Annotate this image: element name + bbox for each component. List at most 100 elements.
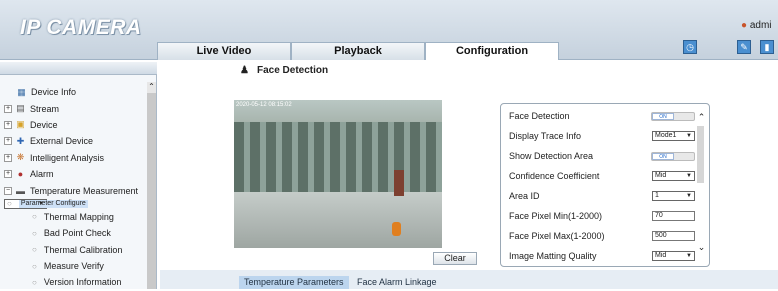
bullet-icon: ○ — [32, 261, 37, 271]
sidebar-item-label: Thermal Mapping — [43, 211, 114, 222]
scroll-down-icon[interactable]: ⌄ — [697, 242, 706, 253]
edit-icon[interactable]: ✎ — [737, 40, 751, 54]
page-title: ♟ Face Detection — [240, 65, 328, 76]
bottom-tab-bar: Temperature Parameters Face Alarm Linkag… — [160, 270, 778, 289]
setting-label: Face Detection — [509, 111, 570, 121]
sidebar-item-parameter-configure[interactable]: ○ Parameter Configure — [4, 198, 88, 209]
user-name: admi — [749, 20, 772, 31]
sidebar-item-alarm[interactable]: + ● Alarm — [4, 166, 146, 182]
bullet-icon: ○ — [32, 245, 37, 255]
external-device-icon: ✚ — [16, 135, 25, 146]
expand-icon[interactable]: + — [4, 104, 12, 113]
device-icon: ▣ — [16, 119, 25, 130]
sidebar-item-version-information[interactable]: ○ Version Information — [4, 274, 146, 290]
tab-temperature-parameters[interactable]: Temperature Parameters — [239, 276, 349, 289]
show-detection-area-toggle[interactable]: ON — [651, 151, 695, 161]
setting-face-pixel-max: Face Pixel Max(1-2000) 500 — [509, 226, 695, 246]
sidebar-item-label: Temperature Measurement — [30, 185, 139, 196]
sidebar-item-intelligent-analysis[interactable]: + ❋ Intelligent Analysis — [4, 150, 146, 166]
scroll-up-icon[interactable]: ⌃ — [147, 82, 156, 92]
sidebar-item-thermal-calibration[interactable]: ○ Thermal Calibration — [4, 242, 146, 258]
expand-icon[interactable]: + — [4, 153, 12, 162]
analysis-icon: ❋ — [16, 152, 25, 163]
sidebar-item-label: Parameter Configure — [18, 199, 88, 208]
sidebar-item-label: Measure Verify — [43, 261, 104, 272]
setting-label: Area ID — [509, 191, 540, 201]
main-content: ♟ Face Detection 2020-05-12 08:15:02 Clea… — [160, 62, 778, 289]
sidebar-item-label: Device — [30, 119, 58, 130]
face-detection-icon: ♟ — [240, 65, 249, 76]
sidebar-item-bad-point-check[interactable]: ○ Bad Point Check — [4, 225, 146, 241]
sidebar-item-label: Intelligent Analysis — [30, 152, 105, 163]
sidebar: ▦ Device Info + ▤ Stream + ▣ Device + ✚ … — [0, 62, 157, 289]
sidebar-item-stream[interactable]: + ▤ Stream — [4, 100, 146, 116]
tab-configuration[interactable]: Configuration — [425, 42, 559, 60]
scrollbar-thumb[interactable] — [147, 93, 156, 289]
temperature-icon: ▬ — [16, 185, 25, 196]
setting-label: Display Trace Info — [509, 131, 582, 141]
sidebar-tree: ▦ Device Info + ▤ Stream + ▣ Device + ✚ … — [4, 84, 146, 291]
user-icon: ● — [741, 20, 748, 31]
sidebar-item-temperature-measurement[interactable]: − ▬ Temperature Measurement — [4, 182, 146, 198]
setting-face-detection: Face Detection ON — [509, 106, 695, 126]
stream-icon: ▤ — [16, 103, 25, 114]
settings-scrollbar[interactable]: ⌃ ⌄ — [697, 108, 706, 263]
setting-label: Show Detection Area — [509, 151, 594, 161]
sidebar-item-label: Bad Point Check — [43, 228, 111, 239]
setting-image-matting-quality: Image Matting Quality Mid — [509, 246, 695, 266]
sidebar-item-thermal-mapping[interactable]: ○ Thermal Mapping — [4, 209, 146, 225]
sidebar-item-measure-verify[interactable]: ○ Measure Verify — [4, 258, 146, 274]
setting-label: Image Matting Quality — [509, 251, 597, 261]
sidebar-item-external-device[interactable]: + ✚ External Device — [4, 133, 146, 149]
sidebar-item-label: Version Information — [43, 277, 122, 288]
alarm-icon: ● — [17, 169, 24, 180]
sidebar-item-label: Device Info — [31, 87, 77, 98]
setting-area-id: Area ID 1 — [509, 186, 695, 206]
top-bar: IP CAMERA Live Video Playback Configurat… — [0, 0, 778, 60]
sidebar-item-label: Alarm — [30, 169, 54, 180]
sidebar-item-label: Stream — [30, 103, 60, 114]
user-info: ● admi — [741, 20, 772, 31]
area-id-select[interactable]: 1 — [652, 191, 695, 201]
sidebar-item-device[interactable]: + ▣ Device — [4, 117, 146, 133]
setting-show-detection-area: Show Detection Area ON — [509, 146, 695, 166]
settings-panel: Face Detection ON Display Trace Info Mod… — [500, 103, 710, 267]
expand-icon[interactable]: + — [4, 120, 12, 129]
logout-icon[interactable]: ▮ — [760, 40, 774, 54]
clear-button[interactable]: Clear — [433, 252, 477, 265]
tab-live-video[interactable]: Live Video — [157, 42, 291, 60]
main-tabs: Live Video Playback Configuration — [157, 42, 559, 60]
sidebar-item-label: External Device — [30, 136, 94, 147]
scrollbar-thumb[interactable] — [697, 126, 704, 183]
sidebar-header — [0, 62, 157, 75]
face-detection-toggle[interactable]: ON — [651, 111, 695, 121]
setting-label: Confidence Coefficient — [509, 171, 600, 181]
bell-icon[interactable]: ◷ — [683, 40, 697, 54]
setting-label: Face Pixel Min(1-2000) — [509, 211, 603, 221]
bullet-icon: ○ — [32, 277, 37, 287]
confidence-select[interactable]: Mid — [652, 171, 695, 181]
sidebar-item-device-info[interactable]: ▦ Device Info — [4, 84, 146, 100]
video-timestamp: 2020-05-12 08:15:02 — [236, 102, 292, 108]
setting-face-pixel-min: Face Pixel Min(1-2000) 70 — [509, 206, 695, 226]
setting-display-trace-info: Display Trace Info Mode1 — [509, 126, 695, 146]
tab-face-alarm-linkage[interactable]: Face Alarm Linkage — [352, 276, 442, 289]
sidebar-scrollbar[interactable]: ⌃ — [147, 82, 156, 289]
expand-icon[interactable]: + — [4, 170, 12, 179]
video-preview[interactable]: 2020-05-12 08:15:02 — [234, 100, 442, 248]
setting-confidence-coefficient: Confidence Coefficient Mid — [509, 166, 695, 186]
image-matting-select[interactable]: Mid — [652, 251, 695, 261]
device-info-icon: ▦ — [17, 86, 26, 97]
tab-playback[interactable]: Playback — [291, 42, 425, 60]
bullet-icon: ○ — [32, 228, 37, 238]
expand-icon[interactable]: + — [4, 137, 12, 146]
scroll-up-icon[interactable]: ⌃ — [697, 112, 706, 123]
bullet-icon: ○ — [32, 212, 37, 222]
setting-label: Face Pixel Max(1-2000) — [509, 231, 605, 241]
collapse-icon[interactable]: − — [4, 186, 12, 195]
page-title-text: Face Detection — [256, 65, 329, 76]
face-pixel-min-input[interactable]: 70 — [652, 211, 695, 221]
display-trace-select[interactable]: Mode1 — [652, 131, 695, 141]
face-pixel-max-input[interactable]: 500 — [652, 231, 695, 241]
app-logo: IP CAMERA — [20, 16, 142, 39]
